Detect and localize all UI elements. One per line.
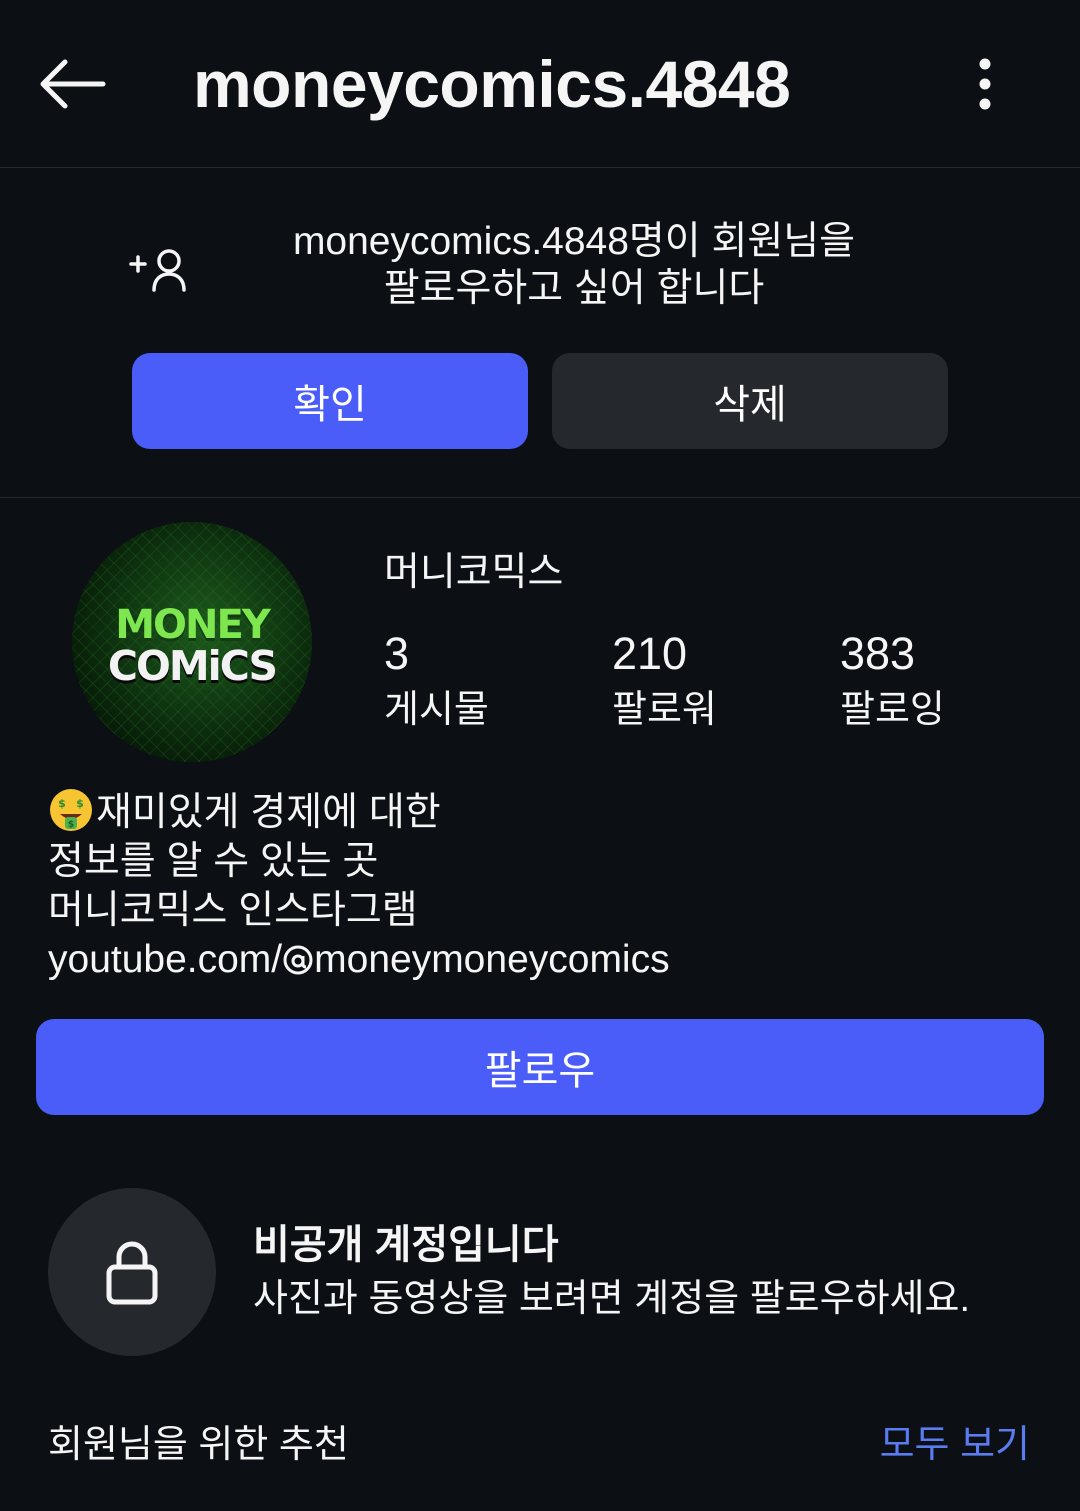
bio: $ $ $ 재미있게 경제에 대한 정보를 알 수 있는 곳 머니코믹스 인스타…	[48, 787, 1038, 984]
stat-following[interactable]: 383 팔로잉	[840, 626, 945, 738]
follow-request-line2: 팔로우하고 싶어 합니다	[383, 267, 765, 310]
avatar-logo-line2: COMiCS	[107, 642, 278, 690]
stat-followers-value: 210	[612, 628, 688, 679]
follow-request-text: moneycomics.4848명이 회원님을 팔로우하고 싶어 합니다	[250, 218, 898, 312]
stat-following-label: 팔로잉	[840, 689, 945, 731]
stat-posts[interactable]: 3 게시물	[384, 626, 489, 738]
delete-button[interactable]: 삭제	[552, 353, 948, 449]
avatar[interactable]: MONEY COMiCS	[72, 522, 312, 762]
page-title: moneycomics.4848	[193, 47, 791, 121]
bio-line3: 머니코믹스 인스타그램	[48, 889, 418, 932]
stat-posts-value: 3	[384, 628, 410, 679]
stat-posts-label: 게시물	[384, 689, 489, 731]
bio-link[interactable]: youtube.com/ moneymoneycomics	[48, 935, 1038, 984]
top-app-bar: moneycomics.4848	[0, 0, 1080, 168]
see-all-link[interactable]: 모두 보기	[880, 1420, 1030, 1470]
stat-followers-label: 팔로워	[612, 689, 717, 731]
bio-line2: 정보를 알 수 있는 곳	[48, 840, 379, 883]
svg-text:$: $	[58, 797, 66, 810]
add-person-icon	[129, 249, 186, 292]
confirm-button[interactable]: 확인	[132, 353, 528, 449]
bio-link-handle: moneymoneycomics	[314, 938, 670, 981]
back-button[interactable]	[36, 52, 108, 116]
bio-line1: $ $ $ 재미있게 경제에 대한	[48, 787, 1038, 837]
svg-text:$: $	[76, 797, 84, 810]
private-account-description: 사진과 동영상을 보려면 계정을 팔로우하세요.	[253, 1278, 971, 1320]
stat-following-value: 383	[840, 628, 916, 679]
bio-link-prefix: youtube.com/	[48, 938, 283, 981]
money-mouth-face-icon: $ $ $	[50, 789, 92, 831]
bio-line1-text: 재미있게 경제에 대한	[96, 791, 441, 834]
stat-followers[interactable]: 210 팔로워	[612, 626, 717, 738]
private-account-title: 비공개 계정입니다	[253, 1223, 559, 1267]
svg-text:$: $	[68, 820, 74, 830]
recommendations-title: 회원님을 위한 추천	[48, 1424, 349, 1466]
follow-request-line1: moneycomics.4848명이 회원님을	[292, 220, 856, 263]
display-name: 머니코믹스	[384, 551, 564, 594]
threads-icon	[283, 945, 313, 975]
follow-button[interactable]: 팔로우	[36, 1019, 1044, 1115]
more-options-button[interactable]	[960, 52, 1010, 116]
more-vertical-icon	[979, 58, 991, 110]
lock-icon	[106, 1241, 158, 1305]
lock-badge	[48, 1188, 216, 1356]
arrow-left-icon	[40, 59, 106, 109]
